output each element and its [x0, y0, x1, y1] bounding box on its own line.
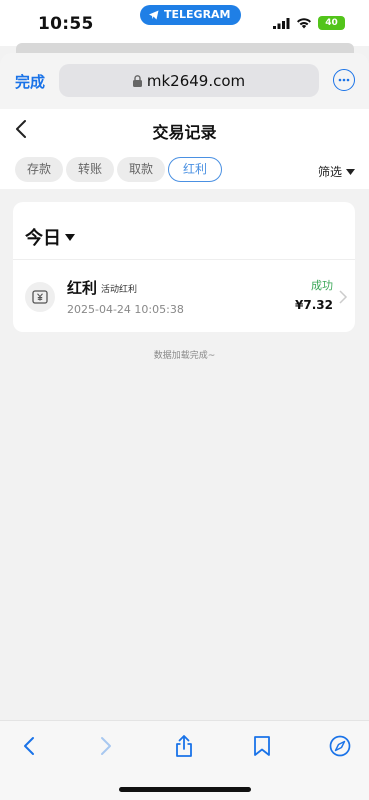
share-icon: [176, 735, 192, 757]
browser-header: 完成 mk2649.com: [0, 53, 369, 109]
telegram-pill[interactable]: TELEGRAM: [140, 5, 241, 25]
page-header: 交易记录: [0, 109, 369, 149]
bookmark-icon: [254, 736, 270, 756]
forward-button[interactable]: [93, 733, 119, 759]
date-selector[interactable]: 今日: [25, 224, 75, 250]
ellipsis-icon: [338, 78, 350, 82]
status-bar: 10:55 TELEGRAM 40: [0, 0, 369, 46]
filter-label: 筛选: [317, 165, 342, 179]
more-button[interactable]: [333, 69, 355, 91]
transaction-subtitle: 活动红利: [101, 285, 138, 295]
tab-deposit[interactable]: 存款: [15, 157, 63, 182]
back-button[interactable]: [16, 733, 42, 759]
section-title: 今日: [25, 228, 61, 249]
url-text: mk2649.com: [146, 71, 246, 90]
chevron-left-icon: [24, 737, 34, 755]
signal-icon: [273, 17, 290, 29]
telegram-label: TELEGRAM: [164, 8, 231, 21]
telegram-icon: [149, 10, 159, 20]
tab-transfer[interactable]: 转账: [66, 157, 114, 182]
tab-bonus[interactable]: 红利: [168, 157, 222, 182]
share-button[interactable]: [171, 733, 197, 759]
safari-button[interactable]: [327, 733, 353, 759]
transaction-status: 成功: [311, 279, 333, 292]
filter-tabs: 存款 转账 取款 红利 筛选: [0, 149, 369, 189]
filter-button[interactable]: 筛选: [318, 163, 355, 180]
lock-icon: [132, 74, 142, 87]
status-time: 10:55: [38, 14, 94, 34]
tab-withdraw[interactable]: 取款: [117, 157, 165, 182]
transaction-row[interactable]: 红利 活动红利 2025-04-24 10:05:38 成功 ¥7.32: [13, 260, 355, 332]
wifi-icon: [297, 18, 311, 29]
page-title: 交易记录: [152, 123, 217, 142]
done-button[interactable]: 完成: [15, 71, 45, 92]
bookmarks-button[interactable]: [249, 733, 275, 759]
caret-down-icon: [346, 168, 355, 175]
caret-down-icon: [65, 233, 75, 241]
battery-icon: 40: [318, 16, 345, 30]
chevron-right-icon: [101, 737, 111, 755]
chevron-right-icon: [339, 290, 348, 304]
url-field[interactable]: mk2649.com: [59, 64, 319, 97]
home-indicator: [119, 787, 251, 792]
compass-icon: [329, 735, 351, 757]
load-complete-text: 数据加载完成~: [153, 351, 216, 361]
money-icon: [25, 282, 55, 312]
sheet-edge: [16, 43, 354, 53]
transaction-time: 2025-04-24 10:05:38: [67, 303, 184, 316]
transaction-card: 今日 红利 活动红利 2025-04-24 10:05:38 成功 ¥7.32: [13, 202, 355, 332]
transaction-title: 红利: [67, 279, 98, 297]
status-indicators: 40: [273, 16, 345, 30]
transaction-amount: ¥7.32: [295, 298, 333, 312]
